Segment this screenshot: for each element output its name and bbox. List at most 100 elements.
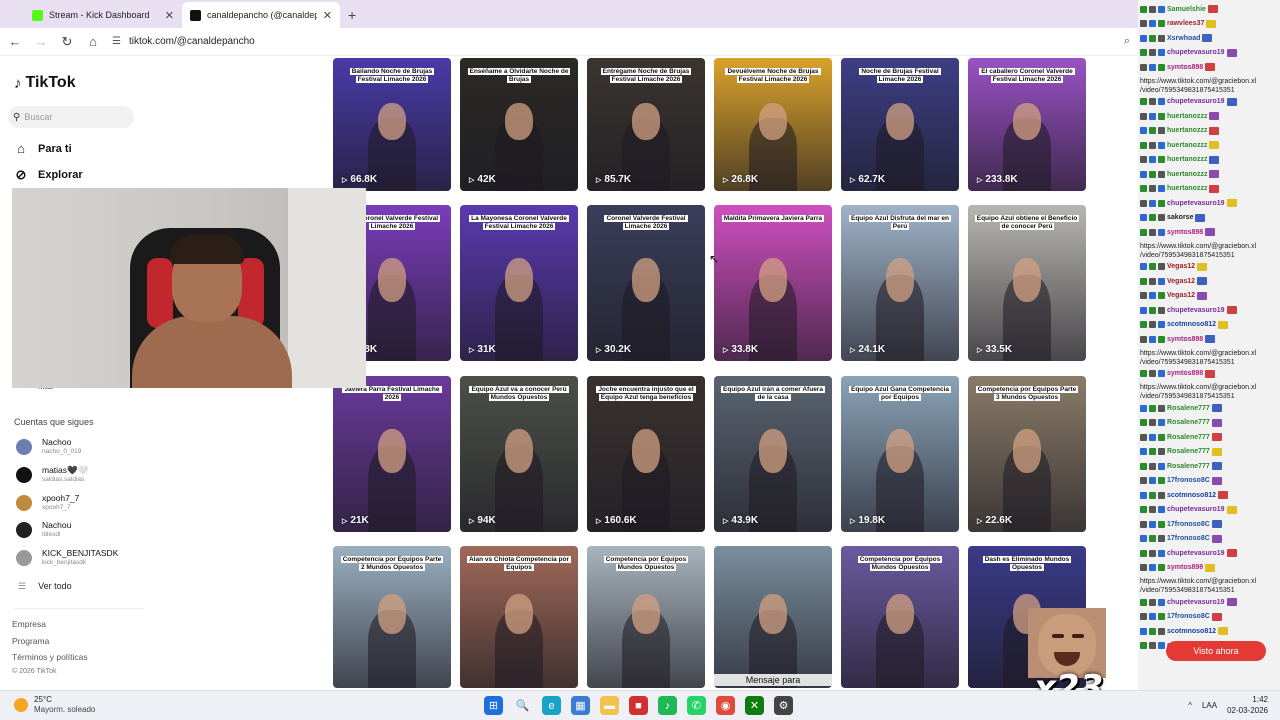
following-item[interactable]: Nachou iblesdl	[16, 520, 71, 539]
see-all-link[interactable]: ☰ Ver todo	[18, 581, 72, 592]
video-card[interactable]: La Mayonesa Coronel Valverde Festival Li…	[460, 205, 578, 361]
chat-username[interactable]: 17fronoso8C	[1167, 535, 1210, 542]
chat-username[interactable]: symtos898	[1167, 336, 1203, 343]
chat-username[interactable]: 17fronoso8C	[1167, 477, 1210, 484]
video-card[interactable]: Equipo Azul Disfruta del mar en Perú ▷ 24.…	[841, 205, 959, 361]
chat-username[interactable]: Xsrwhoad	[1167, 35, 1200, 42]
home-icon[interactable]: ⌂	[86, 34, 100, 49]
video-card[interactable]: El caballero Coronel Valverde Festival L…	[968, 58, 1086, 191]
chat-username[interactable]: sakorse	[1167, 214, 1193, 221]
spotify-icon[interactable]: ♪	[658, 696, 677, 715]
chat-username[interactable]: Rosalene777	[1167, 405, 1210, 412]
chat-username[interactable]: 17fronoso8C	[1167, 613, 1210, 620]
reload-icon[interactable]: ↻	[60, 34, 74, 50]
chat-username[interactable]: Rosalene777	[1167, 463, 1210, 470]
chat-username[interactable]: Vegas12	[1167, 292, 1195, 299]
chrome-icon[interactable]: ◉	[716, 696, 735, 715]
chat-username[interactable]: chupetevasuro19	[1167, 550, 1225, 557]
chat-username[interactable]: Rosalene777	[1167, 448, 1210, 455]
steam-icon[interactable]: ⚙	[774, 696, 793, 715]
windows-start-icon[interactable]: ⊞	[484, 696, 503, 715]
chat-username[interactable]: chupetevasuro19	[1167, 506, 1225, 513]
url-field[interactable]: ☰ tiktok.com/@canaldepancho	[112, 36, 1112, 47]
chat-username[interactable]: scotmnoso812	[1167, 321, 1216, 328]
new-tab-button[interactable]: +	[340, 2, 364, 28]
forward-icon[interactable]: →	[34, 34, 48, 49]
video-card[interactable]: Equipo Azul Gana Competencia por Equipos…	[841, 376, 959, 532]
footer-link-terminos[interactable]: Términos y políticas	[12, 652, 88, 662]
video-card[interactable]: Noche de Brujas Festival Limache 2026 ▷ 62…	[841, 58, 959, 191]
video-card[interactable]: Coronel Valverde Festival Limache 2026 ▷ 3…	[587, 205, 705, 361]
tiktok-logo[interactable]: ♪ TikTok	[14, 74, 76, 92]
back-icon[interactable]: ←	[8, 34, 22, 49]
edge-icon[interactable]: e	[542, 696, 561, 715]
video-card[interactable]: Javiera Parra Festival Limache 2026 ▷ 21K	[333, 376, 451, 532]
video-card[interactable]: Mensaje para	[714, 546, 832, 688]
video-card[interactable]: Maldita Primavera Javiera Parra ▷ 33.8K	[714, 205, 832, 361]
weather-widget[interactable]: 25°C Mayorm. soleado	[14, 695, 95, 715]
footer-link-programa[interactable]: Programa	[12, 636, 49, 646]
video-card[interactable]: Equipo Azul va a conocer Perú Mundos Opu…	[460, 376, 578, 532]
video-card[interactable]: Competencia por Equipos Parte 3 Mundos O…	[968, 376, 1086, 532]
close-tab-icon[interactable]: ✕	[165, 9, 174, 22]
footer-link-empresa[interactable]: Empresa	[12, 619, 46, 629]
chat-message-link[interactable]: https://www.tiktok.com/@graciebon.xl /vi…	[1140, 77, 1278, 95]
clock[interactable]: 1:42 02-03-2026	[1227, 694, 1268, 716]
chat-username[interactable]: Rosalene777	[1167, 434, 1210, 441]
video-card[interactable]: Competencia por Equipos Mundos Opuestos	[841, 546, 959, 688]
chat-username[interactable]: Rosalene777	[1167, 419, 1210, 426]
following-item[interactable]: KICK_BENJITASDK kick_benjitasdk	[16, 548, 118, 567]
chat-username[interactable]: chupetevasuro19	[1167, 307, 1225, 314]
video-card[interactable]: Competencia por Equipos Mundos Opuestos	[587, 546, 705, 688]
chat-username[interactable]: huertanozzz	[1167, 156, 1207, 163]
chat-username[interactable]: Vegas12	[1167, 263, 1195, 270]
site-info-icon[interactable]: ☰	[112, 36, 121, 47]
chat-username[interactable]: scotmnoso812	[1167, 628, 1216, 635]
video-card[interactable]: Entrégame Noche de Brujas Festival Limac…	[587, 58, 705, 191]
following-item[interactable]: matias🖤🤍 saldias.saldias	[16, 465, 88, 484]
chat-username[interactable]: huertanozzz	[1167, 142, 1207, 149]
chat-message-link[interactable]: https://www.tiktok.com/@graciebon.xl /vi…	[1140, 383, 1278, 401]
chat-username[interactable]: rawvlees37	[1167, 20, 1204, 27]
video-card[interactable]: Alan vs Chiota Competencia por Equipos	[460, 546, 578, 688]
chat-username[interactable]: huertanozzz	[1167, 113, 1207, 120]
app-red-icon[interactable]: ■	[629, 696, 648, 715]
xbox-icon[interactable]: ✕	[745, 696, 764, 715]
video-card[interactable]: Equipo Azul irán a comer Afuera de la ca…	[714, 376, 832, 532]
video-card[interactable]: Equipo Azul obtiene el Beneficio de cono…	[968, 205, 1086, 361]
chat-username[interactable]: chupetevasuro19	[1167, 49, 1225, 56]
chat-message-link[interactable]: https://www.tiktok.com/@graciebon.xl /vi…	[1140, 349, 1278, 367]
close-tab-icon[interactable]: ✕	[323, 9, 332, 22]
video-card[interactable]: Enséñame a Olvidarte Noche de Brujas ▷ 42K	[460, 58, 578, 191]
nav-item-para-ti[interactable]: ⌂ Para ti	[14, 141, 72, 156]
following-item[interactable]: xpooh7_7 xpooh7_7	[16, 493, 79, 512]
chat-username[interactable]: chupetevasuro19	[1167, 200, 1225, 207]
chat-username[interactable]: symtos898	[1167, 64, 1203, 71]
chat-username[interactable]: scotmnoso812	[1167, 492, 1216, 499]
whatsapp-icon[interactable]: ✆	[687, 696, 706, 715]
chat-username[interactable]: huertanozzz	[1167, 127, 1207, 134]
store-icon[interactable]: ▦	[571, 696, 590, 715]
explorer-icon[interactable]: ▬	[600, 696, 619, 715]
video-card[interactable]: Joche encuentra injusto que el Equipo Az…	[587, 376, 705, 532]
chat-username[interactable]: chupetevasuro19	[1167, 599, 1225, 606]
chat-username[interactable]: symtos898	[1167, 370, 1203, 377]
chat-username[interactable]: huertanozzz	[1167, 185, 1207, 192]
video-card[interactable]: Competencia por Equipos Parte 2 Mundos O…	[333, 546, 451, 688]
chat-username[interactable]: chupetevasuro19	[1167, 98, 1225, 105]
tab-kick-dashboard[interactable]: Stream - Kick Dashboard ✕	[24, 2, 182, 28]
chat-username[interactable]: Vegas12	[1167, 278, 1195, 285]
chevron-up-icon[interactable]: ^	[1188, 701, 1192, 710]
tab-tiktok-profile[interactable]: canaldepancho (@canaldepancho) ✕	[182, 2, 340, 28]
chat-username[interactable]: symtos898	[1167, 564, 1203, 571]
zoom-icon[interactable]: ⌕	[1124, 35, 1130, 48]
nav-item-explorar[interactable]: ⊘ Explorar	[14, 167, 83, 183]
chat-message-link[interactable]: https://www.tiktok.com/@graciebon.xl /vi…	[1140, 242, 1278, 260]
following-item[interactable]: Nachoo nacho_0_019	[16, 437, 81, 456]
video-card[interactable]: Bailando Noche de Brujas Festival Limach…	[333, 58, 451, 191]
chat-username[interactable]: huertanozzz	[1167, 171, 1207, 178]
chat-message-link[interactable]: https://www.tiktok.com/@graciebon.xl /vi…	[1140, 577, 1278, 595]
chat-username[interactable]: Samuelshie	[1167, 6, 1206, 13]
search-input[interactable]: ⚲ Buscar	[8, 106, 134, 128]
chat-username[interactable]: symtos898	[1167, 229, 1203, 236]
